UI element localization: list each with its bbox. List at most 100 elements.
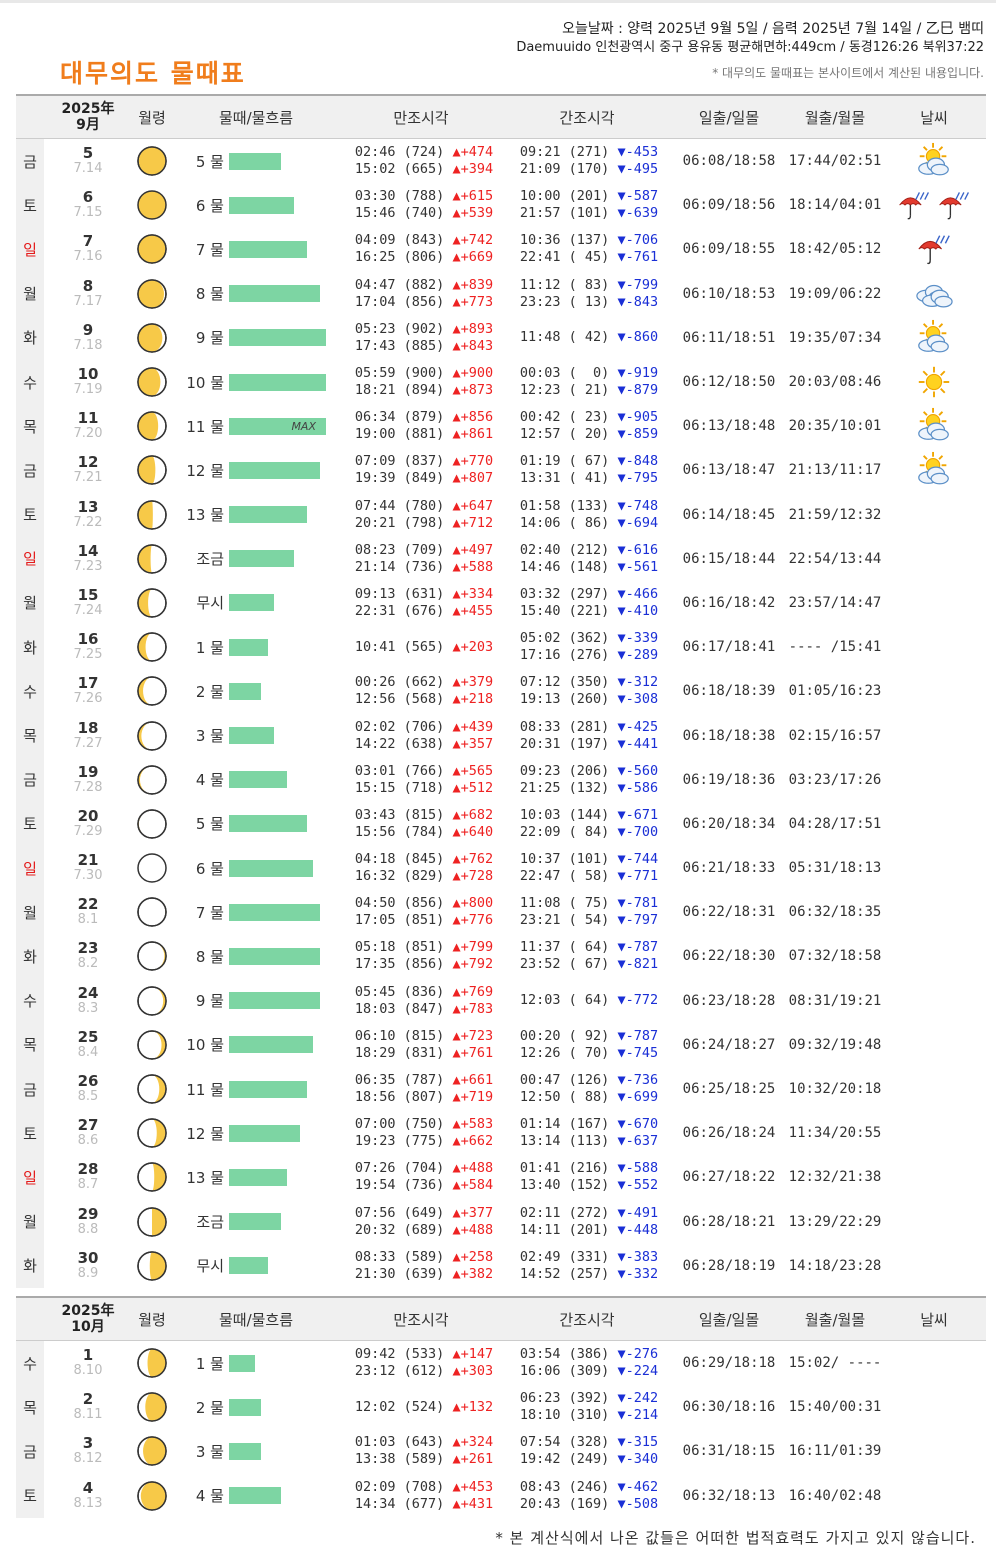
date-cell: 26 8.5	[56, 1067, 120, 1111]
down-arrow-value: ▼-736	[617, 1072, 659, 1089]
high-tide-entry: 14:34 (677) ▲+431	[354, 1495, 494, 1512]
day-of-week: 월	[16, 580, 44, 626]
up-arrow-value: ▲+379	[452, 674, 494, 691]
down-arrow-value: ▼-670	[617, 1116, 659, 1133]
date-cell: 25 8.4	[56, 1023, 120, 1067]
day-of-week: 일	[16, 846, 44, 891]
down-arrow-value: ▼-744	[617, 851, 659, 868]
high-tide-entry: 18:29 (831) ▲+761	[354, 1044, 494, 1061]
moon-phase-icon	[137, 1480, 167, 1511]
down-arrow-value: ▼-340	[617, 1451, 659, 1468]
down-arrow-value: ▼-561	[617, 558, 659, 575]
up-arrow-value: ▲+773	[452, 293, 494, 310]
low-tide-entry: 08:43 (246) ▼-462	[519, 1478, 659, 1495]
moon-phase-icon	[137, 190, 167, 221]
up-arrow-value: ▲+439	[452, 718, 494, 735]
date-cell: 17 7.26	[56, 669, 120, 713]
day-of-week: 토	[16, 183, 44, 228]
low-tide-entry: 19:42 (249) ▼-340	[519, 1451, 659, 1468]
solar-day: 22	[77, 895, 99, 914]
tide-name: 13 물	[186, 1168, 224, 1187]
year-label: 2025年	[61, 101, 115, 117]
weather-cell	[896, 669, 972, 713]
down-arrow-value: ▼-919	[617, 365, 659, 382]
lunar-date: 7.24	[73, 602, 103, 618]
max-label: MAX	[291, 419, 316, 433]
tide-name: 조금	[196, 550, 224, 569]
high-tide-entry: 04:50 (856) ▲+800	[354, 895, 494, 912]
up-arrow-value: ▲+132	[452, 1398, 494, 1415]
tide-name: 3 물	[195, 1442, 224, 1461]
up-arrow-value: ▲+474	[452, 144, 494, 161]
high-tide-cell: 08:23 (709) ▲+497 21:14 (736) ▲+588	[344, 537, 504, 581]
high-tide-entry: 06:10 (815) ▲+723	[354, 1027, 494, 1044]
date-cell: 7 7.16	[56, 227, 120, 271]
high-tide-entry: 18:21 (894) ▲+873	[354, 382, 494, 399]
low-tide-entry: 01:41 (216) ▼-588	[519, 1160, 659, 1177]
tide-name: 7 물	[195, 240, 224, 259]
down-arrow-value: ▼-312	[617, 674, 659, 691]
high-tide-entry: 15:46 (740) ▲+539	[354, 205, 494, 222]
moon-age-cell	[134, 1200, 170, 1244]
date-cell: 15 7.24	[56, 581, 120, 625]
tide-flow-bar	[229, 506, 307, 524]
tide-name: 8 물	[195, 947, 224, 966]
day-of-week: 수	[16, 359, 44, 405]
down-arrow-value: ▼-276	[617, 1346, 659, 1363]
date-cell: 13 7.22	[56, 493, 120, 537]
tide-name: 1 물	[195, 638, 224, 657]
moonrise-moonset: 18:42/05:12	[788, 241, 882, 258]
weather-cell	[896, 183, 972, 227]
table-row: 일 21 7.30 6 물 04:18 (845) ▲+762 16:32 (829) ▲…	[16, 846, 986, 891]
low-tide-cell: 11:48 ( 42) ▼-860	[509, 316, 669, 360]
solar-day: 8	[82, 276, 94, 295]
up-arrow-value: ▲+565	[452, 762, 494, 779]
tide-flow-cell	[229, 227, 339, 271]
up-arrow-value: ▲+357	[452, 735, 494, 752]
low-tide-entry: 22:41 ( 45) ▼-761	[519, 249, 659, 266]
tide-name: 7 물	[195, 903, 224, 922]
high-tide-cell: 00:26 (662) ▲+379 12:56 (568) ▲+218	[344, 669, 504, 713]
down-arrow-value: ▼-587	[617, 188, 659, 205]
tide-flow-cell	[229, 1111, 339, 1155]
date-cell: 23 8.2	[56, 934, 120, 978]
solar-day: 29	[77, 1204, 99, 1223]
column-header-high: 만조시각	[393, 1310, 449, 1329]
down-arrow-value: ▼-224	[617, 1363, 659, 1380]
tide-name: 4 물	[195, 771, 224, 790]
year-label: 2025年	[61, 1303, 115, 1319]
high-tide-cell: 07:26 (704) ▲+488 19:54 (736) ▲+584	[344, 1155, 504, 1199]
moon-age-cell	[134, 537, 170, 581]
date-cell: 6 7.15	[56, 183, 120, 227]
tide-flow-cell	[229, 713, 339, 757]
high-tide-entry: 02:46 (724) ▲+474	[354, 144, 494, 161]
up-arrow-value: ▲+147	[452, 1346, 494, 1363]
high-tide-entry: 06:35 (787) ▲+661	[354, 1072, 494, 1089]
down-arrow-value: ▼-508	[617, 1495, 659, 1512]
moon-phase-icon	[137, 897, 167, 928]
low-tide-cell: 08:43 (246) ▼-462 20:43 (169) ▼-508	[509, 1474, 669, 1518]
table-row: 금 12 7.21 12 물 07:09 (837) ▲+770 19:39 (849) …	[16, 448, 986, 493]
up-arrow-value: ▲+258	[452, 1248, 494, 1265]
tide-flow-bar	[229, 771, 287, 789]
table-row: 수 17 7.26 2 물 00:26 (662) ▲+379 12:56 (568) ▲…	[16, 669, 986, 714]
moon-age-cell	[134, 1155, 170, 1199]
moon-phase-icon	[137, 411, 167, 441]
up-arrow-value: ▲+539	[452, 205, 494, 222]
day-of-week: 화	[16, 625, 44, 670]
date-cell: 10 7.19	[56, 360, 120, 404]
up-arrow-value: ▲+261	[452, 1451, 494, 1468]
up-arrow-value: ▲+662	[452, 1133, 494, 1150]
weather-cell	[896, 1244, 972, 1288]
down-arrow-value: ▼-848	[617, 453, 659, 470]
tide-name: 3 물	[195, 727, 224, 746]
tide-name: 13 물	[186, 506, 224, 525]
weather-cell	[896, 448, 972, 492]
high-tide-entry: 17:04 (856) ▲+773	[354, 293, 494, 310]
lunar-date: 8.3	[77, 1000, 99, 1016]
low-tide-cell: 00:47 (126) ▼-736 12:50 ( 88) ▼-699	[509, 1067, 669, 1111]
weather-cell	[896, 846, 972, 890]
moon-phase-icon	[137, 1162, 167, 1193]
up-arrow-value: ▲+762	[452, 851, 494, 868]
column-header-low: 간조시각	[559, 1310, 615, 1329]
